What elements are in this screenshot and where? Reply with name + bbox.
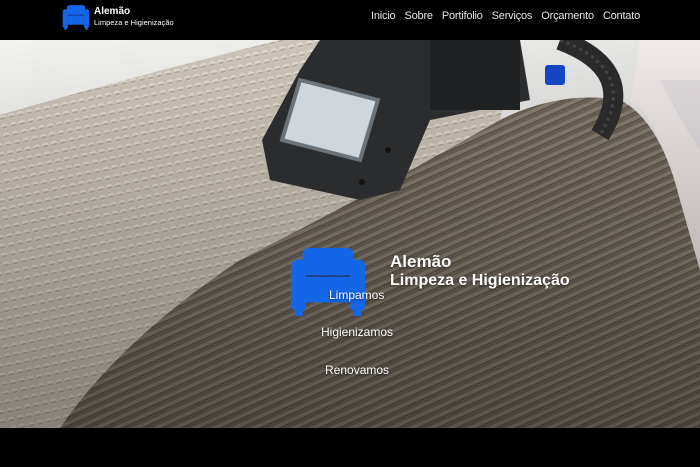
- hero-brand-subtitle: Limpeza e Higienização: [390, 271, 570, 289]
- nav-link-servicos[interactable]: Serviços: [492, 10, 533, 22]
- brand-subtitle: Limpeza e Higienização: [94, 18, 174, 28]
- tagline-limpamos: Limpamos: [329, 288, 385, 302]
- main-nav: Inicio Sobre Portifolio Serviços Orçamen…: [371, 10, 640, 22]
- hero-brand: Alemão Limpeza e Higienização: [289, 245, 570, 317]
- navbar-brand[interactable]: Alemão Limpeza e Higienização: [62, 4, 174, 30]
- hero-section: Alemão Limpeza e Higienização Limpamos H…: [0, 40, 700, 428]
- nav-link-inicio[interactable]: Inicio: [371, 10, 396, 22]
- armchair-icon: [62, 5, 90, 30]
- brand-name: Alemão: [94, 6, 131, 18]
- nav-link-sobre[interactable]: Sobre: [404, 10, 433, 22]
- nav-link-portifolio[interactable]: Portifolio: [442, 10, 483, 22]
- nav-link-orcamento[interactable]: Orçamento: [541, 10, 594, 22]
- armchair-icon: [290, 247, 366, 317]
- bottom-bar: [0, 428, 700, 467]
- tagline-higienizamos: Higienizamos: [321, 325, 394, 339]
- nav-link-contato[interactable]: Contato: [603, 10, 640, 22]
- hero-brand-name: Alemão: [390, 252, 452, 271]
- tagline-renovamos: Renovamos: [325, 363, 390, 377]
- top-navbar: Alemão Limpeza e Higienização Inicio Sob…: [0, 0, 700, 40]
